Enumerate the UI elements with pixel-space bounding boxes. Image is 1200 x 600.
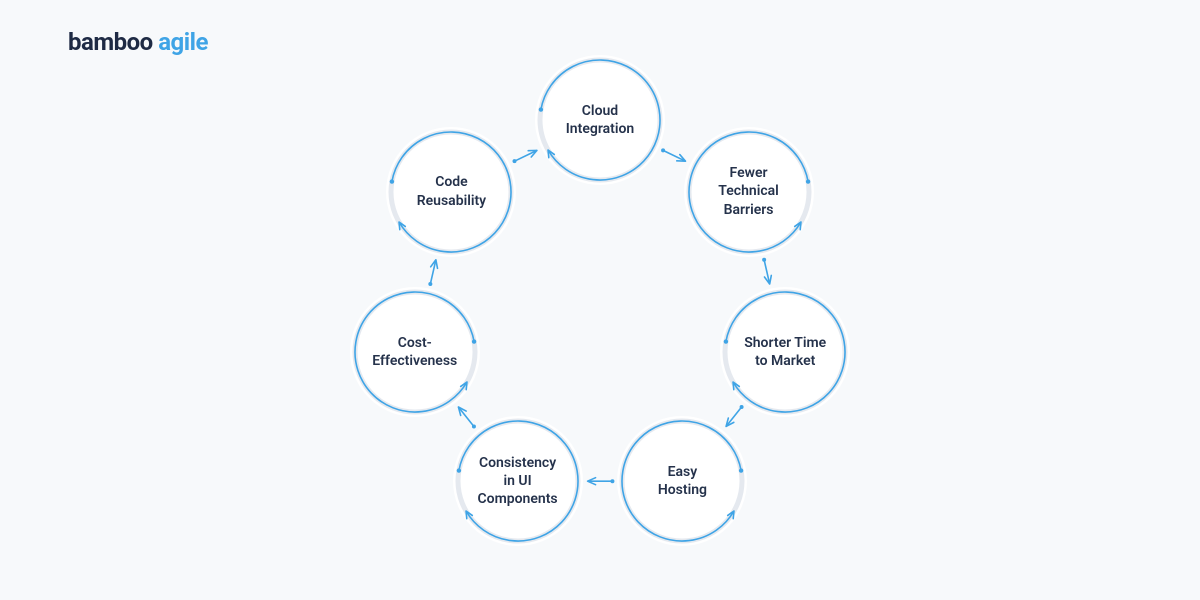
node-cloud-integration: Cloud Integration [535, 55, 665, 185]
node-label: Fewer Technical Barriers [706, 164, 791, 219]
node-fewer-technical: Fewer Technical Barriers [684, 127, 814, 257]
node-consistency-ui: Consistency in UI Components [453, 416, 583, 546]
node-easy-hosting: Easy Hosting [617, 416, 747, 546]
node-label: Shorter Time to Market [732, 334, 838, 370]
node-label: Consistency in UI Components [466, 454, 570, 509]
node-cost-effectiveness: Cost- Effectiveness [350, 287, 480, 417]
node-label: Cost- Effectiveness [360, 334, 469, 370]
node-code-reusability: Code Reusability [386, 127, 516, 257]
diagram-stage: Cloud Integration Fewer Technical Barrie… [0, 0, 1200, 600]
node-label: Cloud Integration [554, 102, 646, 138]
node-label: Easy Hosting [646, 463, 719, 499]
node-shorter-time: Shorter Time to Market [720, 287, 850, 417]
node-label: Code Reusability [405, 173, 498, 209]
